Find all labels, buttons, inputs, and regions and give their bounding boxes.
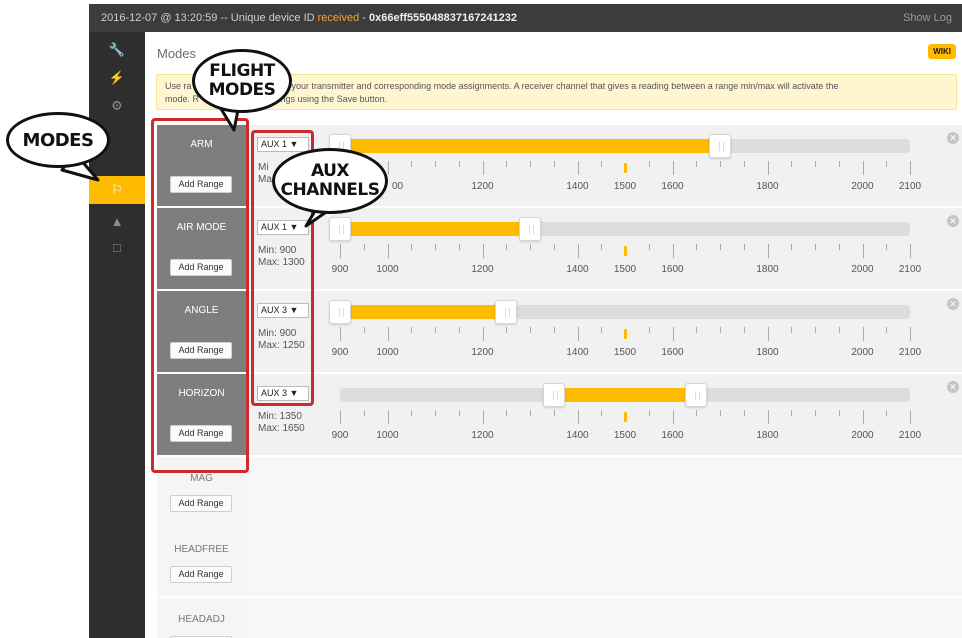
flight-modes-callout: FLIGHT MODES (192, 49, 292, 113)
modes-callout: MODES (6, 112, 110, 168)
callout-tails (60, 98, 334, 228)
app-window: { "logbar": { "date": "2016-12-07 @ 13:2… (0, 0, 962, 638)
aux-channels-callout: AUX CHANNELS (272, 148, 388, 214)
